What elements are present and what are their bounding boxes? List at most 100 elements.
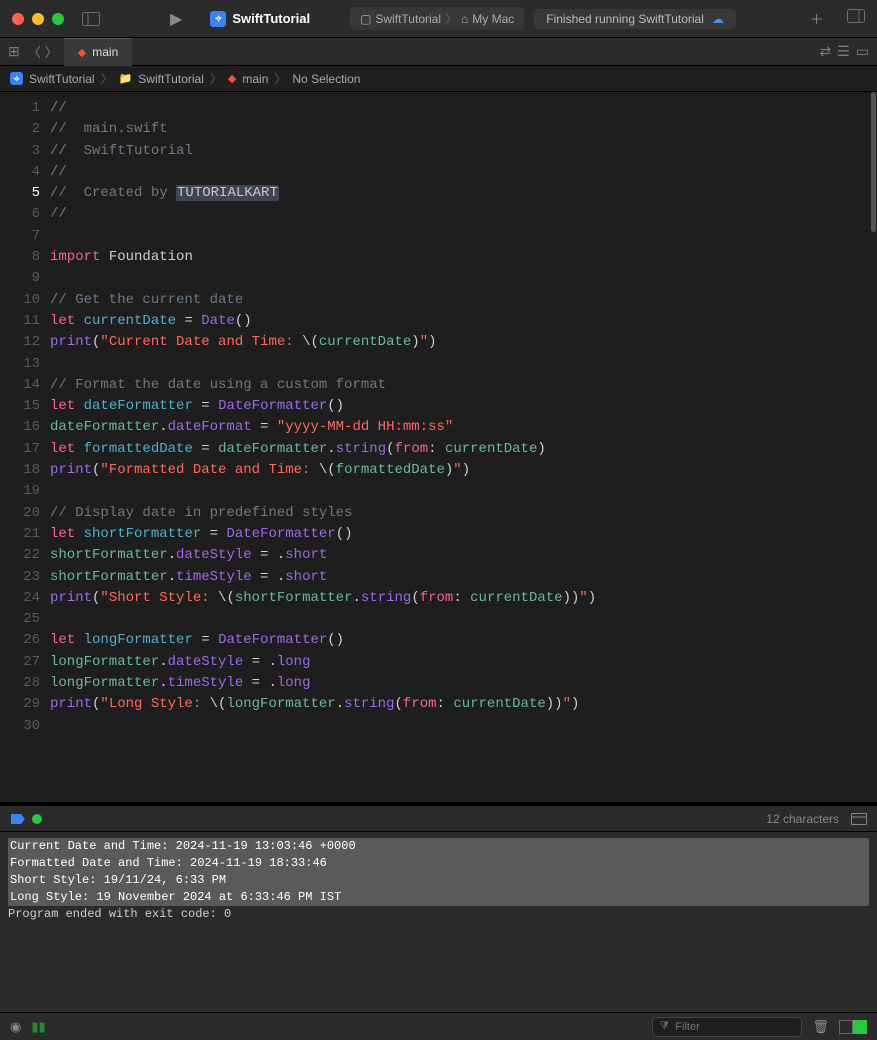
folder-icon: 📁	[119, 72, 133, 85]
code-line[interactable]: 21let shortFormatter = DateFormatter()	[0, 524, 877, 545]
line-number: 25	[0, 609, 50, 630]
code-line[interactable]: 18print("Formatted Date and Time: \(form…	[0, 460, 877, 481]
editor-scrollbar[interactable]	[869, 92, 877, 802]
add-tab-button[interactable]: ＋	[810, 9, 823, 28]
code-review-icon[interactable]: ⇄	[819, 43, 831, 60]
close-window-button[interactable]	[12, 13, 24, 25]
project-badge[interactable]: ⟢ SwiftTutorial	[210, 11, 310, 27]
breadcrumb[interactable]: ⟢ SwiftTutorial 〉 📁 SwiftTutorial 〉 ◆ ma…	[0, 66, 877, 92]
swift-file-icon: ◆	[78, 46, 86, 59]
tab-label: main	[92, 45, 118, 59]
code-line[interactable]: 6//	[0, 204, 877, 225]
breadcrumb-file: main	[242, 72, 268, 86]
console-line: Program ended with exit code: 0	[8, 906, 869, 923]
chevron-right-icon: 〉	[101, 70, 113, 87]
line-number: 6	[0, 204, 50, 225]
activity-status[interactable]: Finished running SwiftTutorial ☁︎	[534, 9, 736, 29]
nav-back-button[interactable]: 〈	[28, 42, 41, 61]
trash-icon[interactable]: 🗑	[812, 1019, 829, 1035]
scrollbar-thumb[interactable]	[871, 92, 876, 232]
line-number: 19	[0, 481, 50, 502]
chevron-right-icon: 〉	[210, 70, 222, 87]
console-output[interactable]: Current Date and Time: 2024-11-19 13:03:…	[0, 832, 877, 1012]
variables-pane-toggle[interactable]	[839, 1020, 853, 1034]
line-number: 7	[0, 226, 50, 247]
library-button[interactable]	[847, 9, 865, 28]
code-line[interactable]: 19	[0, 481, 877, 502]
console-panel-toggle[interactable]	[839, 1020, 867, 1034]
breadcrumb-selection: No Selection	[292, 72, 360, 86]
run-button[interactable]: ▶	[170, 9, 182, 29]
code-line[interactable]: 13	[0, 354, 877, 375]
project-icon: ⟢	[10, 72, 23, 85]
breakpoint-icon[interactable]	[10, 813, 26, 825]
filter-icon: ⧩	[659, 1020, 669, 1033]
line-number: 24	[0, 588, 50, 609]
code-line[interactable]: 7	[0, 226, 877, 247]
code-line[interactable]: 28longFormatter.timeStyle = .long	[0, 673, 877, 694]
code-line[interactable]: 23shortFormatter.timeStyle = .short	[0, 567, 877, 588]
add-editor-icon[interactable]: ▭	[856, 43, 869, 60]
console-line: Formatted Date and Time: 2024-11-19 18:3…	[8, 855, 869, 872]
code-line[interactable]: 20// Display date in predefined styles	[0, 503, 877, 524]
code-line[interactable]: 8import Foundation	[0, 247, 877, 268]
code-line[interactable]: 14// Format the date using a custom form…	[0, 375, 877, 396]
maximize-window-button[interactable]	[52, 13, 64, 25]
project-name: SwiftTutorial	[232, 11, 310, 26]
breadcrumb-project: SwiftTutorial	[29, 72, 95, 86]
code-line[interactable]: 29print("Long Style: \(longFormatter.str…	[0, 694, 877, 715]
line-number: 27	[0, 652, 50, 673]
code-editor[interactable]: 1//2// main.swift3// SwiftTutorial4//5//…	[0, 92, 877, 802]
code-line[interactable]: 2// main.swift	[0, 119, 877, 140]
execution-indicator	[32, 814, 42, 824]
auto-icon[interactable]: ◉	[10, 1019, 21, 1035]
code-line[interactable]: 11let currentDate = Date()	[0, 311, 877, 332]
titlebar: ▶ ⟢ SwiftTutorial ▢ SwiftTutorial 〉 ⌂ My…	[0, 0, 877, 38]
line-number: 11	[0, 311, 50, 332]
code-line[interactable]: 3// SwiftTutorial	[0, 141, 877, 162]
filter-box[interactable]: ⧩	[652, 1017, 802, 1037]
line-number: 17	[0, 439, 50, 460]
minimize-window-button[interactable]	[32, 13, 44, 25]
debug-memory-icon[interactable]: ▮▮	[31, 1019, 45, 1035]
line-number: 4	[0, 162, 50, 183]
line-number: 2	[0, 119, 50, 140]
code-line[interactable]: 10// Get the current date	[0, 290, 877, 311]
related-items-icon[interactable]: ⊞	[8, 43, 20, 60]
code-line[interactable]: 15let dateFormatter = DateFormatter()	[0, 396, 877, 417]
code-line[interactable]: 22shortFormatter.dateStyle = .short	[0, 545, 877, 566]
code-line[interactable]: 5// Created by TUTORIALKART	[0, 183, 877, 204]
filter-input[interactable]	[675, 1021, 775, 1033]
console-pane-toggle[interactable]	[853, 1020, 867, 1034]
code-line[interactable]: 27longFormatter.dateStyle = .long	[0, 652, 877, 673]
console-line: Current Date and Time: 2024-11-19 13:03:…	[8, 838, 869, 855]
code-line[interactable]: 26let longFormatter = DateFormatter()	[0, 630, 877, 651]
scheme-selector[interactable]: ▢ SwiftTutorial 〉 ⌂ My Mac	[350, 7, 524, 30]
console-line: Long Style: 19 November 2024 at 6:33:46 …	[8, 889, 869, 906]
line-number: 12	[0, 332, 50, 353]
console-header: 12 characters	[0, 806, 877, 832]
scheme-target-icon: ▢	[360, 12, 371, 26]
tab[interactable]: ◆ main	[64, 38, 132, 66]
code-line[interactable]: 17let formattedDate = dateFormatter.stri…	[0, 439, 877, 460]
code-line[interactable]: 1//	[0, 98, 877, 119]
nav-forward-button[interactable]: 〉	[45, 42, 58, 61]
line-number: 21	[0, 524, 50, 545]
code-line[interactable]: 25	[0, 609, 877, 630]
code-line[interactable]: 24print("Short Style: \(shortFormatter.s…	[0, 588, 877, 609]
console-line: Short Style: 19/11/24, 6:33 PM	[8, 872, 869, 889]
code-line[interactable]: 16dateFormatter.dateFormat = "yyyy-MM-dd…	[0, 417, 877, 438]
line-number: 5	[0, 183, 50, 204]
adjust-editor-icon[interactable]: ☰	[837, 43, 850, 60]
console-view-icon[interactable]	[851, 813, 867, 825]
code-line[interactable]: 4//	[0, 162, 877, 183]
line-number: 30	[0, 716, 50, 737]
chevron-right-icon: 〉	[445, 10, 457, 27]
line-number: 9	[0, 268, 50, 289]
line-number: 20	[0, 503, 50, 524]
tabbar: ⊞ 〈 〉 ◆ main ⇄ ☰ ▭	[0, 38, 877, 66]
sidebar-toggle-icon[interactable]	[82, 12, 100, 26]
code-line[interactable]: 12print("Current Date and Time: \(curren…	[0, 332, 877, 353]
code-line[interactable]: 30	[0, 716, 877, 737]
code-line[interactable]: 9	[0, 268, 877, 289]
